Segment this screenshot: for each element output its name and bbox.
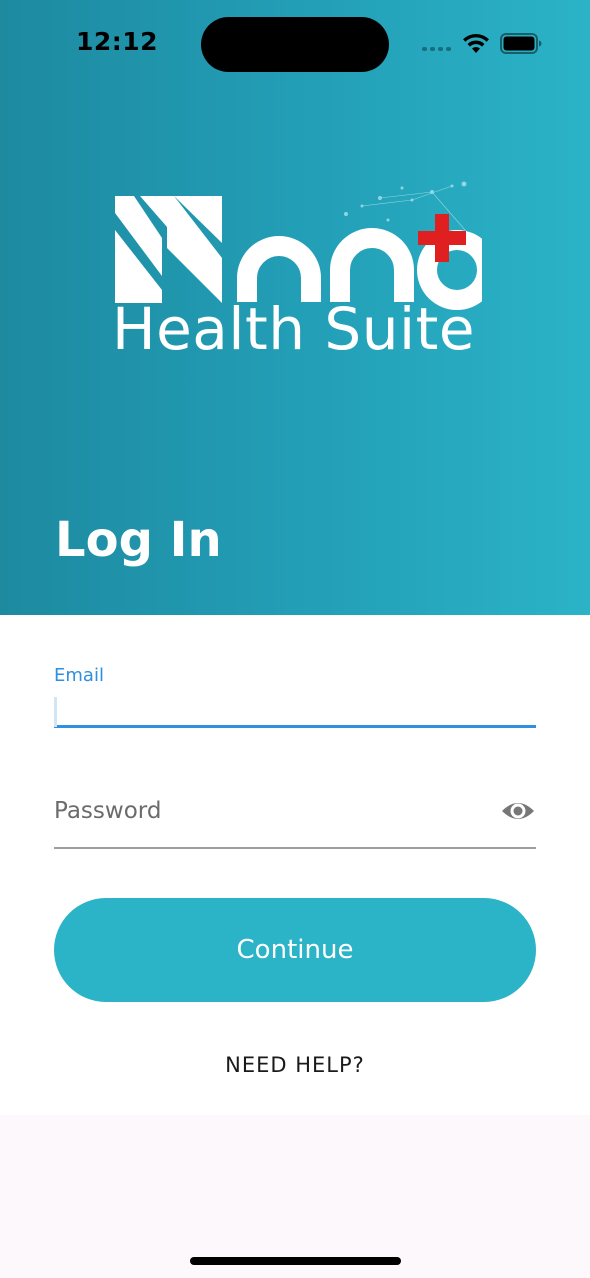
continue-button[interactable]: Continue bbox=[54, 898, 536, 1002]
login-form: Email Continue NEED HELP? bbox=[0, 615, 590, 1115]
logo-tagline: Health Suite bbox=[112, 295, 476, 363]
need-help-link[interactable]: NEED HELP? bbox=[0, 1053, 590, 1077]
wifi-icon bbox=[463, 33, 489, 53]
page-title: Log In bbox=[55, 512, 222, 568]
email-input[interactable] bbox=[58, 693, 528, 727]
text-cursor bbox=[54, 697, 57, 727]
eye-icon[interactable] bbox=[500, 795, 536, 827]
dynamic-island bbox=[201, 17, 389, 72]
status-time: 12:12 bbox=[76, 27, 159, 56]
email-label: Email bbox=[54, 665, 104, 686]
cellular-signal-icon bbox=[422, 47, 451, 51]
password-input[interactable] bbox=[54, 793, 474, 829]
status-bar: 12:12 bbox=[0, 0, 590, 90]
home-indicator[interactable] bbox=[190, 1257, 401, 1265]
email-field[interactable]: Email bbox=[54, 655, 536, 728]
login-header: 12:12 Health Suite Log In bbox=[0, 0, 590, 615]
password-field[interactable] bbox=[54, 783, 536, 849]
battery-icon bbox=[500, 33, 542, 54]
logo-letter-n bbox=[115, 196, 222, 303]
